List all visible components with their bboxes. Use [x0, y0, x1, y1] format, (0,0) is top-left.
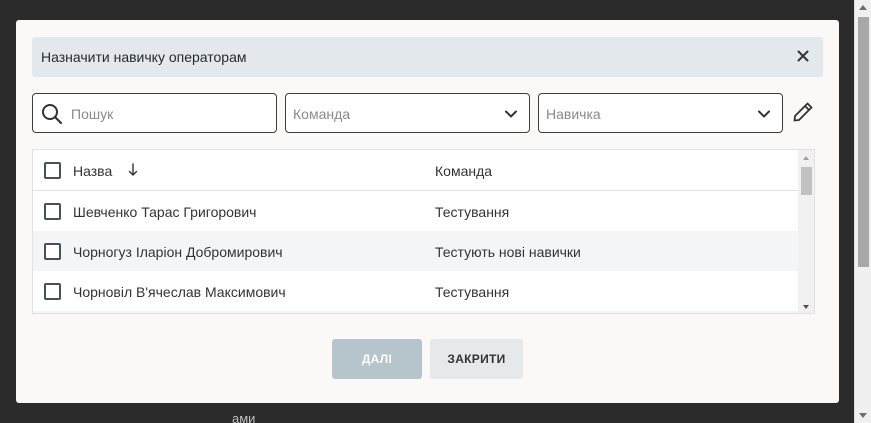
- close-icon[interactable]: [795, 48, 811, 64]
- scroll-up-icon[interactable]: [859, 5, 867, 10]
- chevron-down-icon: [504, 107, 518, 121]
- scroll-up-icon[interactable]: [803, 156, 809, 160]
- row-checkbox[interactable]: [44, 243, 61, 260]
- table-row[interactable]: Чорновіл В'ячеслав Максимович Тестування: [33, 271, 798, 311]
- table-scrollbar[interactable]: [798, 150, 814, 313]
- operator-name: Чорновіл В'ячеслав Максимович: [73, 284, 286, 300]
- operator-team: Тестують нові навички: [435, 244, 581, 260]
- operator-name: Чорногуз Іларіон Добромирович: [73, 244, 283, 260]
- row-checkbox[interactable]: [44, 203, 61, 220]
- scroll-down-icon[interactable]: [859, 413, 867, 418]
- scrollbar-thumb[interactable]: [858, 17, 869, 267]
- select-all-checkbox[interactable]: [44, 162, 61, 179]
- page-scrollbar[interactable]: [854, 0, 871, 423]
- dialog-title: Назначити навичку операторам: [41, 49, 247, 65]
- search-icon: [41, 103, 63, 125]
- operator-team: Тестування: [435, 284, 510, 300]
- next-button[interactable]: ДАЛІ: [332, 339, 422, 379]
- table-row: [33, 311, 798, 313]
- search-placeholder: Пошук: [71, 106, 114, 122]
- background-text: ами: [232, 411, 256, 423]
- pencil-icon[interactable]: [792, 101, 814, 123]
- row-checkbox[interactable]: [44, 283, 61, 300]
- chevron-down-icon: [757, 107, 771, 121]
- table-header: Назва Команда: [33, 150, 798, 191]
- close-button[interactable]: ЗАКРИТИ: [430, 339, 523, 379]
- skill-select-placeholder: Навичка: [546, 106, 601, 122]
- skill-select[interactable]: Навичка: [538, 93, 783, 133]
- table-row[interactable]: Чорногуз Іларіон Добромирович Тестують н…: [33, 231, 798, 271]
- assign-skill-dialog: Назначити навичку операторам Пошук Коман…: [16, 20, 839, 403]
- column-header-team[interactable]: Команда: [435, 163, 492, 179]
- search-input[interactable]: Пошук: [32, 93, 277, 133]
- scroll-down-icon[interactable]: [803, 305, 809, 309]
- operator-name: Шевченко Тарас Григорович: [73, 204, 257, 220]
- operators-table: Назва Команда Шевченко Тарас Григорович …: [32, 149, 815, 314]
- team-select[interactable]: Команда: [285, 93, 530, 133]
- table-scrollbar-thumb[interactable]: [801, 167, 812, 195]
- operator-team: Тестування: [435, 204, 510, 220]
- team-select-placeholder: Команда: [293, 106, 351, 122]
- column-header-name[interactable]: Назва: [73, 163, 112, 179]
- arrow-down-icon[interactable]: [128, 163, 138, 177]
- table-row[interactable]: Шевченко Тарас Григорович Тестування: [33, 191, 798, 231]
- dialog-header: Назначити навичку операторам: [32, 37, 823, 77]
